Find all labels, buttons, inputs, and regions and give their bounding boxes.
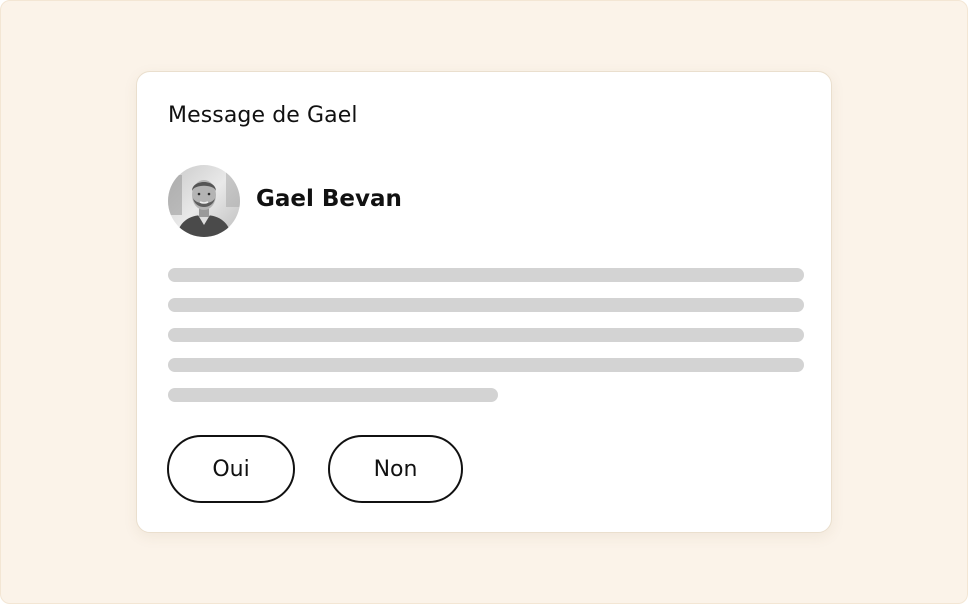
message-placeholder-line [168, 268, 804, 282]
message-placeholder-line [168, 298, 804, 312]
card-title: Message de Gael [168, 103, 358, 128]
message-placeholder-line [168, 388, 498, 402]
page-background: Message de Gael Gael Bevan Oui Non [0, 0, 968, 604]
sender-name: Gael Bevan [256, 186, 402, 212]
message-placeholder-line [168, 328, 804, 342]
message-card: Message de Gael Gael Bevan Oui Non [136, 71, 832, 533]
avatar-photo [168, 165, 240, 237]
message-placeholder-line [168, 358, 804, 372]
no-button[interactable]: Non [328, 435, 463, 503]
avatar [168, 165, 240, 237]
yes-button[interactable]: Oui [167, 435, 295, 503]
